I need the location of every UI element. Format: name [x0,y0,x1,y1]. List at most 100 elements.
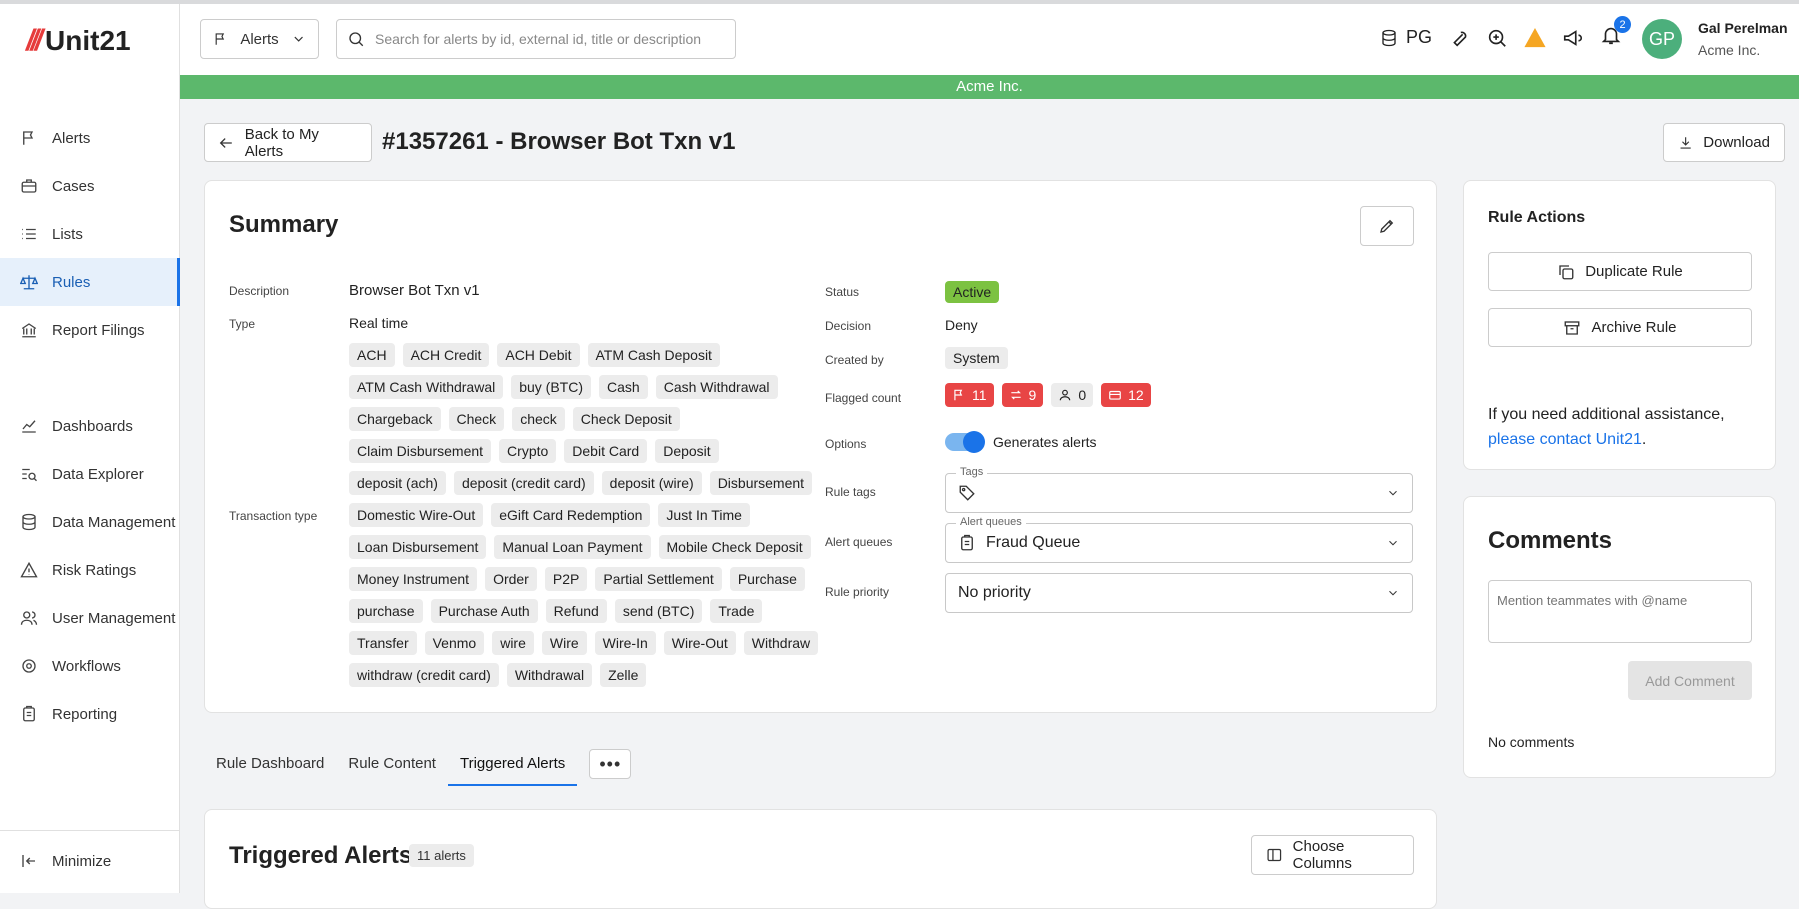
summary-heading: Summary [229,211,339,238]
scope-dropdown[interactable]: Alerts [200,19,319,59]
rule-tags-select[interactable]: Tags [945,466,1413,513]
app-name: Unit21 [45,25,131,56]
comment-input[interactable] [1488,580,1752,643]
search-bar [336,19,736,59]
alert-queues-select[interactable]: Alert queues Fraud Queue [945,516,1413,563]
tab-rule-content[interactable]: Rule Content [336,742,448,786]
user-org: Acme Inc. [1698,42,1761,58]
archive-icon [1565,320,1580,335]
download-button[interactable]: Download [1663,123,1785,162]
database-icon[interactable] [1380,29,1398,47]
scale-icon [20,275,38,290]
alert-triangle-icon[interactable] [1524,27,1546,49]
db-label[interactable]: PG [1406,27,1432,48]
avatar[interactable]: GP [1642,19,1682,59]
triggered-alerts-heading: Triggered Alerts [229,842,413,869]
logo[interactable]: /// Unit21 [26,24,131,58]
users-icon [20,611,38,625]
collapse-left-icon [22,855,35,867]
tag-icon [959,485,975,501]
rule-priority-value: No priority [958,584,1031,601]
zoom-search-icon[interactable] [1486,27,1508,49]
flagged-transactions-badge[interactable]: 9 [1001,383,1044,407]
sidebar-item-label: User Management [52,609,176,627]
flagged-instruments-count: 12 [1128,387,1144,403]
edit-button[interactable] [1360,206,1414,246]
transaction-type-chip: Cash [599,375,648,399]
duplicate-rule-button[interactable]: Duplicate Rule [1488,252,1752,291]
minimize-button[interactable]: Minimize [0,837,180,885]
transaction-type-chip: Debit Card [564,439,648,463]
contact-unit21-link[interactable]: please contact Unit21 [1488,431,1642,448]
sidebar-item-user-management[interactable]: User Management [0,594,180,642]
transaction-type-chip: purchase [349,599,423,623]
megaphone-icon[interactable] [1562,27,1584,49]
generates-alerts-toggle[interactable] [945,431,985,453]
flagged-alerts-count: 11 [972,387,987,403]
transaction-type-chip: Order [485,567,537,591]
flagged-entities-badge[interactable]: 0 [1051,383,1094,407]
sidebar-item-rules[interactable]: Rules [0,258,180,306]
transaction-type-chip: ACH [349,343,395,367]
sidebar-item-alerts[interactable]: Alerts [0,114,180,162]
transaction-type-chip: Purchase Auth [430,599,538,623]
sidebar-item-dashboards[interactable]: Dashboards [0,402,180,450]
sidebar-item-lists[interactable]: Lists [0,210,180,258]
flagged-alerts-badge[interactable]: 11 [945,383,994,407]
flagged-entities-count: 0 [1078,387,1087,403]
transaction-type-chip: Wire-Out [663,631,736,655]
ellipsis-icon: ••• [599,753,622,774]
alert-queues-label: Alert queues [825,535,893,549]
sidebar-item-report-filings[interactable]: Report Filings [0,306,180,354]
sidebar-item-workflows[interactable]: Workflows [0,642,180,690]
flagged-instruments-badge[interactable]: 12 [1101,383,1151,407]
more-tabs-button[interactable]: ••• [589,749,632,779]
rule-priority-select[interactable]: No priority [945,573,1413,613]
transaction-type-chip: Cash Withdrawal [655,375,778,399]
tab-rule-dashboard[interactable]: Rule Dashboard [204,742,336,786]
comments-card: Comments Add Comment No comments [1463,496,1776,778]
type-value: Real time [349,315,409,331]
choose-columns-button[interactable]: Choose Columns [1251,835,1414,875]
pencil-icon [1380,219,1394,233]
add-comment-button[interactable]: Add Comment [1628,661,1752,700]
copy-icon [1559,264,1574,279]
search-input[interactable] [375,31,715,47]
transaction-type-chip: Check [448,407,505,431]
flagged-transactions-count: 9 [1028,387,1037,403]
archive-rule-button[interactable]: Archive Rule [1488,308,1752,347]
scope-dropdown-label: Alerts [240,30,279,48]
credit-card-icon [1109,390,1121,400]
transaction-type-chip: Venmo [424,631,485,655]
sidebar-item-label: Dashboards [52,417,133,435]
transaction-type-chip: Loan Disbursement [349,535,487,559]
transaction-type-chip: Crypto [499,439,557,463]
data-search-icon [22,468,37,482]
transaction-type-chip: Refund [545,599,607,623]
list-icon [22,228,36,240]
transaction-type-chip: ATM Cash Deposit [587,343,720,367]
rule-tags-label: Rule tags [825,485,876,499]
columns-icon [1267,848,1282,862]
wrench-icon[interactable] [1448,27,1470,49]
transaction-type-chip: Just In Time [658,503,750,527]
minimize-label: Minimize [52,852,112,870]
tab-triggered-alerts[interactable]: Triggered Alerts [447,742,578,786]
arrow-left-icon [219,137,232,148]
back-to-alerts-button[interactable]: Back to My Alerts [204,123,372,162]
notifications-button[interactable]: 2 [1600,16,1632,51]
alerts-count-badge: 11 alerts [409,844,474,867]
sidebar-item-cases[interactable]: Cases [0,162,180,210]
duplicate-rule-label: Duplicate Rule [1585,263,1683,280]
rule-priority-label: Rule priority [825,585,890,599]
transaction-type-chip: Claim Disbursement [349,439,492,463]
transaction-type-chip: check [512,407,565,431]
sidebar-item-data-explorer[interactable]: Data Explorer [0,450,180,498]
sidebar-item-reporting[interactable]: Reporting [0,690,180,738]
sidebar-item-data-management[interactable]: Data Management [0,498,180,546]
description-label: Description [229,284,290,298]
sidebar-item-risk-ratings[interactable]: Risk Ratings [0,546,180,594]
created-by-value: System [945,347,1008,369]
sidebar-item-label: Lists [52,225,83,243]
user-info[interactable]: Gal Perelman Acme Inc. [1698,20,1788,58]
